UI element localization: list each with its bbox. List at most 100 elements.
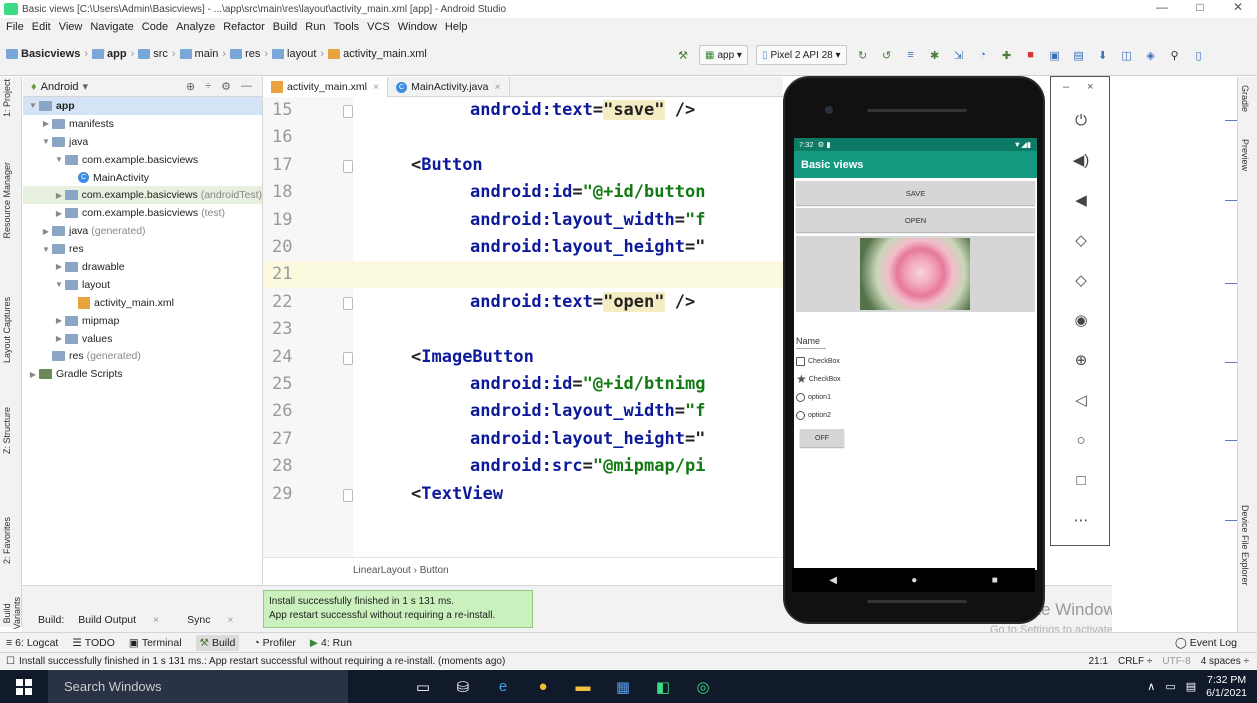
- breadcrumb-item[interactable]: app: [92, 48, 127, 60]
- menu-code[interactable]: Code: [142, 21, 168, 33]
- fold-marker-icon[interactable]: [343, 489, 353, 502]
- code-line[interactable]: [353, 261, 783, 288]
- device-screen[interactable]: 7:32 ⚙ ▮ ▼◢▮ Basic views SAVE OPEN Name …: [794, 138, 1037, 570]
- code-line[interactable]: android:layout_width="f: [353, 207, 783, 234]
- tab-todo[interactable]: ☰ TODO: [72, 637, 115, 649]
- volume-down-icon[interactable]: ◀: [1069, 189, 1093, 211]
- left-tab[interactable]: 2: Favorites: [2, 517, 20, 564]
- editor-breadcrumb[interactable]: LinearLayout › Button: [263, 557, 783, 583]
- code-line[interactable]: <ImageButton: [353, 344, 783, 371]
- attach-icon[interactable]: ✚: [999, 47, 1015, 63]
- code-line[interactable]: [353, 124, 783, 151]
- maximize-button[interactable]: □: [1181, 0, 1219, 14]
- home-icon[interactable]: ○: [1069, 429, 1093, 451]
- rotate-left-icon[interactable]: ◇: [1069, 229, 1093, 251]
- close-emulator-icon[interactable]: ×: [1087, 81, 1093, 93]
- tree-item[interactable]: ▼ app: [23, 97, 262, 115]
- checkbox-1[interactable]: CheckBox: [796, 355, 1037, 367]
- tree-item[interactable]: res (generated): [23, 347, 262, 365]
- code-line[interactable]: android:layout_height=": [353, 426, 783, 453]
- close-button[interactable]: ✕: [1219, 0, 1257, 14]
- breadcrumb-item[interactable]: res: [230, 48, 260, 60]
- left-tab[interactable]: Build Variants: [2, 597, 22, 629]
- hide-icon[interactable]: —: [241, 80, 252, 93]
- back-icon[interactable]: ◁: [1069, 389, 1093, 411]
- chrome-icon[interactable]: ●: [523, 670, 563, 703]
- chevron-down-icon[interactable]: ▾: [83, 80, 89, 93]
- tab-sync[interactable]: Sync ×: [187, 614, 247, 626]
- menu-run[interactable]: Run: [305, 21, 325, 33]
- recents-square-icon[interactable]: ■: [992, 575, 998, 586]
- tab-terminal[interactable]: ▣ Terminal: [129, 637, 182, 649]
- tab-logcat[interactable]: ≡ 6: Logcat: [6, 637, 58, 649]
- fold-marker-icon[interactable]: [343, 105, 353, 118]
- file-explorer-icon[interactable]: ▬: [563, 670, 603, 703]
- chevron-right-icon[interactable]: ▶: [53, 191, 65, 200]
- chevron-right-icon[interactable]: ▶: [40, 119, 52, 128]
- tab-gradle[interactable]: Gradle: [1240, 85, 1250, 112]
- code-line[interactable]: android:layout_width="f: [353, 398, 783, 425]
- menu-view[interactable]: View: [59, 21, 83, 33]
- code-editor[interactable]: android:text="save" /> <Button android:id=…: [353, 97, 783, 557]
- file-encoding[interactable]: UTF-8: [1162, 656, 1190, 667]
- code-line[interactable]: android:id="@+id/button: [353, 179, 783, 206]
- taskbar-search[interactable]: Search Windows: [48, 670, 348, 703]
- tree-item[interactable]: ▼ java: [23, 133, 262, 151]
- locate-icon[interactable]: ⊕: [186, 80, 195, 93]
- open-button[interactable]: OPEN: [796, 208, 1035, 232]
- checkbox-star[interactable]: ★ CheckBox: [796, 372, 1037, 386]
- code-line[interactable]: <Button: [353, 152, 783, 179]
- app-icon[interactable]: ◧: [643, 670, 683, 703]
- chat-icon[interactable]: ▤: [1186, 680, 1196, 693]
- camera-icon[interactable]: ◉: [1069, 309, 1093, 331]
- save-button[interactable]: SAVE: [796, 181, 1035, 205]
- code-line[interactable]: android:src="@mipmap/pi: [353, 453, 783, 480]
- gear-icon[interactable]: ⚙: [221, 80, 231, 93]
- chevron-right-icon[interactable]: ▶: [27, 370, 39, 379]
- android-studio-taskbar-icon[interactable]: ◎: [683, 670, 723, 703]
- avatar-icon[interactable]: ▯: [1191, 47, 1207, 63]
- avd-manager-icon[interactable]: ▤: [1071, 47, 1087, 63]
- chevron-right-icon[interactable]: ▶: [53, 262, 65, 271]
- more-icon[interactable]: ⋯: [1069, 509, 1093, 531]
- clock[interactable]: 7:32 PM 6/1/2021: [1206, 674, 1247, 700]
- menu-refactor[interactable]: Refactor: [223, 21, 265, 33]
- word-icon[interactable]: ▦: [603, 670, 643, 703]
- tab-preview[interactable]: Preview: [1240, 139, 1250, 171]
- tab-activity_main-xml[interactable]: activity_main.xml ×: [263, 77, 389, 97]
- coverage-icon[interactable]: ≡: [903, 47, 919, 63]
- status-message[interactable]: Install successfully finished in 1 s 131…: [19, 656, 505, 667]
- back-triangle-icon[interactable]: ◀: [829, 575, 837, 586]
- left-tab[interactable]: Resource Manager: [2, 162, 20, 239]
- minimize-button[interactable]: —: [1143, 0, 1181, 14]
- fold-marker-icon[interactable]: [343, 352, 353, 365]
- tab-build[interactable]: ⚒ Build: [195, 634, 240, 651]
- tree-item[interactable]: C MainActivity: [23, 169, 262, 187]
- task-view-icon[interactable]: ▭: [403, 670, 443, 703]
- stop-icon[interactable]: ■: [1023, 47, 1039, 63]
- store-icon[interactable]: ⛁: [443, 670, 483, 703]
- menu-tools[interactable]: Tools: [333, 21, 359, 33]
- breadcrumb-item[interactable]: Basicviews: [6, 48, 80, 60]
- project-view-select[interactable]: Android: [41, 81, 79, 93]
- chevron-right-icon[interactable]: ▶: [53, 334, 65, 343]
- chevron-up-icon[interactable]: ∧: [1147, 680, 1155, 693]
- overview-icon[interactable]: □: [1069, 469, 1093, 491]
- resource-icon[interactable]: ◈: [1143, 47, 1159, 63]
- install-notification[interactable]: Install successfully finished in 1 s 131…: [263, 590, 533, 628]
- apply-changes-icon[interactable]: ↻: [855, 47, 871, 63]
- zoom-icon[interactable]: ⊕: [1069, 349, 1093, 371]
- menu-window[interactable]: Window: [398, 21, 437, 33]
- breadcrumb-item[interactable]: layout: [272, 48, 316, 60]
- hammer-icon[interactable]: ⚒: [675, 47, 691, 63]
- tab-device-file-explorer[interactable]: Device File Explorer: [1240, 505, 1250, 586]
- fold-marker-icon[interactable]: [343, 160, 353, 173]
- apply-code-changes-icon[interactable]: ↺: [879, 47, 895, 63]
- menu-analyze[interactable]: Analyze: [176, 21, 215, 33]
- layout-inspector-icon[interactable]: ◫: [1119, 47, 1135, 63]
- chevron-right-icon[interactable]: ▶: [53, 209, 65, 218]
- close-tab-icon[interactable]: ×: [495, 81, 501, 93]
- radio-option-1[interactable]: option1: [796, 391, 1037, 403]
- search-icon[interactable]: ⚲: [1167, 47, 1183, 63]
- tree-item[interactable]: ▶ com.example.basicviews (test): [23, 204, 262, 222]
